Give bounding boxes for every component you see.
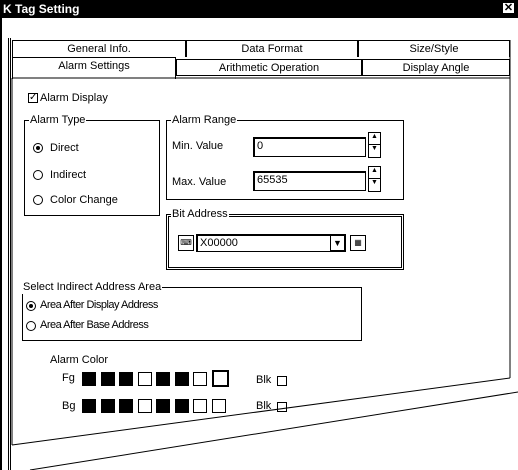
frame-perspective-lines xyxy=(11,40,518,470)
